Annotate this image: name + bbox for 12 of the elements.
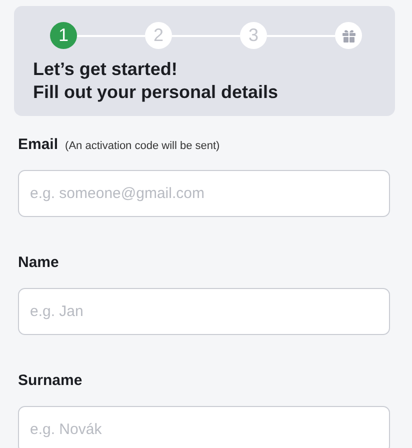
step-number: 3 [240, 22, 267, 49]
gift-icon [340, 28, 356, 44]
input-field[interactable]: e.g. Jan [18, 288, 390, 335]
field-label: Name [18, 254, 59, 271]
input-field[interactable]: e.g. someone@gmail.com [18, 170, 390, 217]
step-number: 1 [50, 22, 77, 49]
field-hint: (An activation code will be sent) [65, 140, 220, 152]
step-number: 2 [145, 22, 172, 49]
field-label: Email [18, 136, 58, 153]
input-field[interactable]: e.g. Novák [18, 406, 390, 448]
heading: Let’s get started! Fill out your personal details [33, 58, 280, 104]
field-label: Surname [18, 372, 82, 389]
